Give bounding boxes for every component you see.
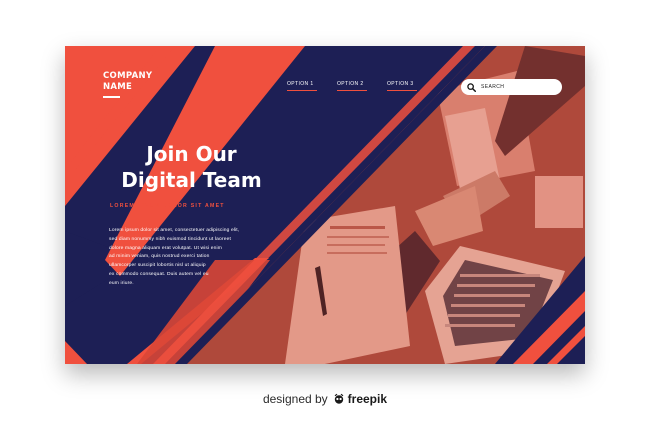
hero-headline: Join Our Digital Team (109, 141, 274, 193)
company-name-line2: NAME (103, 82, 133, 92)
body-line: ex commodo consequat. Duis autem vel eu (109, 271, 209, 277)
landing-page-mockup: COMPANY NAME OPTION 1 OPTION 2 OPTION 3 … (65, 46, 585, 364)
body-line: sed diam nonummy nibh euismod tincidunt … (109, 236, 231, 242)
logo-underline (103, 96, 120, 98)
hero-tagline: LOREM IPSUM DOLOR SIT AMET (110, 203, 225, 209)
nav-option-2[interactable]: OPTION 2 (337, 81, 367, 91)
body-line: ullamcorper suscipit lobortis nisl ut al… (109, 263, 206, 269)
top-nav: OPTION 1 OPTION 2 OPTION 3 (287, 81, 437, 91)
search-box[interactable]: SEARCH (461, 79, 562, 95)
hero-body-text: Lorem ipsum dolor sit amet, consectetuer… (109, 227, 254, 289)
company-logo[interactable]: COMPANY NAME (103, 71, 183, 98)
designed-by-label: designed by (262, 392, 328, 406)
company-name-line1: COMPANY (103, 71, 153, 81)
search-icon[interactable] (467, 82, 476, 92)
nav-option-3[interactable]: OPTION 3 (387, 81, 417, 91)
search-input[interactable]: SEARCH (481, 84, 504, 90)
body-line: dolore magna aliquam erat volutpat. Ut w… (109, 245, 222, 251)
headline-line-2: Digital Team (121, 168, 262, 192)
body-line: eum iriure. (109, 280, 134, 286)
attribution: designed by freepik (0, 392, 650, 406)
body-line: Lorem ipsum dolor sit amet, consectetuer… (109, 228, 240, 233)
nav-option-1[interactable]: OPTION 1 (287, 81, 317, 91)
freepik-logo-icon (334, 393, 344, 404)
body-line: ad minim veniam, quis nostrud exerci tat… (109, 254, 210, 260)
page: COMPANY NAME OPTION 1 OPTION 2 OPTION 3 … (0, 0, 650, 432)
headline-line-1: Join Our (146, 142, 237, 166)
freepik-brand[interactable]: freepik (348, 392, 387, 406)
